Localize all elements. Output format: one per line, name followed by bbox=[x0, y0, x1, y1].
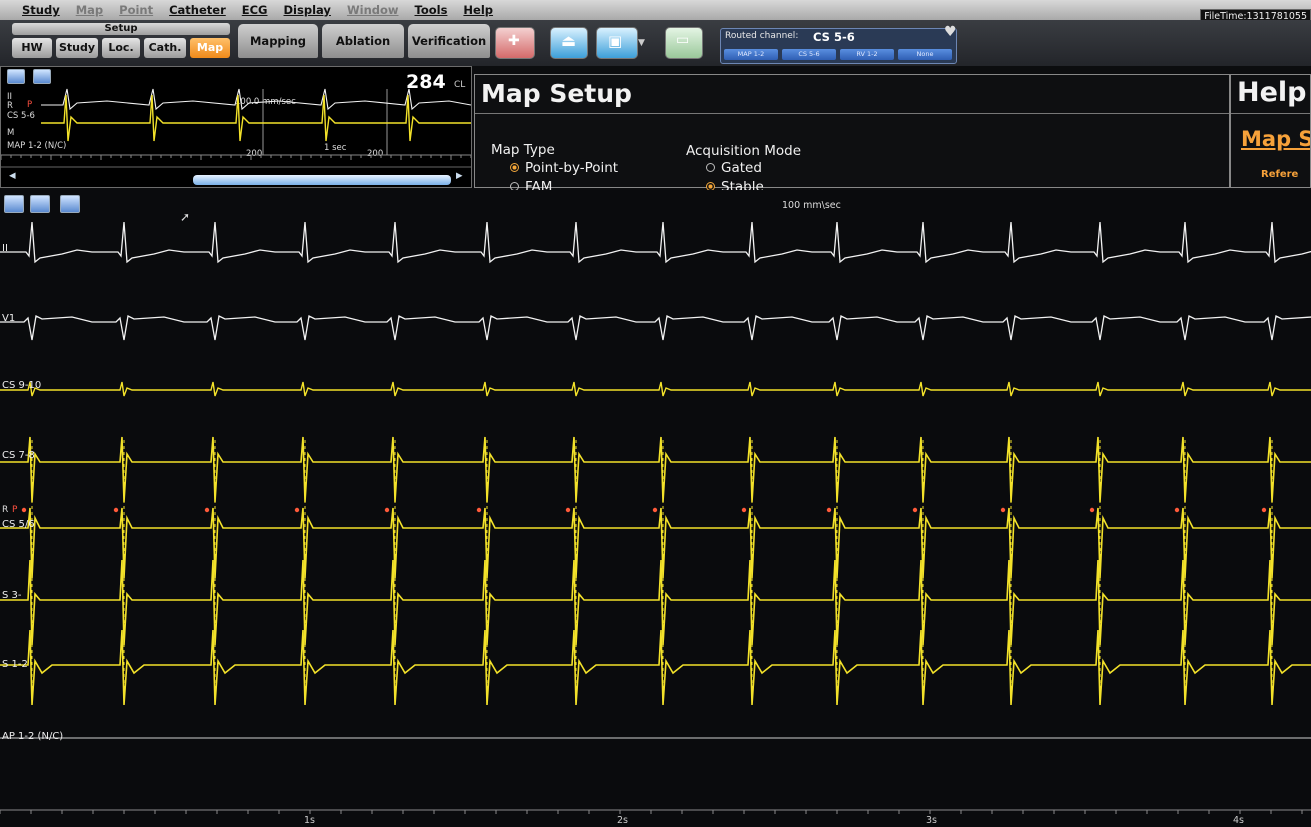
subtab-hw[interactable]: HW bbox=[12, 38, 52, 58]
annotation-dot bbox=[294, 507, 300, 513]
routed-option-map[interactable]: MAP 1-2 bbox=[724, 49, 778, 60]
record-button[interactable]: ✚ bbox=[495, 27, 535, 59]
marker-r: R bbox=[2, 505, 9, 515]
acquisition-mode-label: Acquisition Mode bbox=[686, 143, 802, 159]
mini-traces bbox=[1, 88, 471, 168]
option-label: Point-by-Point bbox=[525, 160, 619, 176]
menu-point[interactable]: Point bbox=[119, 3, 153, 17]
heart-icon: ✚ bbox=[508, 33, 520, 49]
menu-tools[interactable]: Tools bbox=[415, 3, 448, 17]
time-tick-3s: 3s bbox=[926, 815, 937, 826]
menu-ecg[interactable]: ECG bbox=[242, 3, 268, 17]
tab-ablation[interactable]: Ablation bbox=[322, 24, 404, 58]
subtab-map[interactable]: Map bbox=[190, 38, 230, 58]
subtab-cath[interactable]: Cath. bbox=[144, 38, 186, 58]
radio-point-by-point[interactable]: Point-by-Point bbox=[510, 160, 618, 176]
annotation-dot bbox=[204, 507, 210, 513]
channel-label-cs910: CS 9-10 bbox=[2, 380, 42, 391]
radio-icon bbox=[706, 162, 715, 172]
annotation-dot bbox=[1000, 507, 1006, 513]
radio-selected-icon bbox=[510, 162, 519, 172]
radio-gated[interactable]: Gated bbox=[706, 160, 762, 176]
tab-mapping[interactable]: Mapping bbox=[238, 24, 318, 58]
channel-label-ii: II bbox=[2, 243, 8, 254]
annotation-dot bbox=[384, 507, 390, 513]
subtab-loc[interactable]: Loc. bbox=[102, 38, 140, 58]
setup-label: Setup bbox=[12, 23, 230, 35]
mini-trace-ii bbox=[41, 88, 471, 111]
trace-cs12 bbox=[0, 629, 1311, 706]
annotation-dot bbox=[652, 507, 658, 513]
routed-channel-box: Routed channel: CS 5-6 MAP 1-2 CS 5-6 RV… bbox=[720, 28, 957, 64]
mini-trace-cs56 bbox=[41, 94, 471, 142]
annotation-dot bbox=[565, 507, 571, 513]
routed-channel-value: CS 5-6 bbox=[813, 30, 855, 44]
menu-map[interactable]: Map bbox=[76, 3, 103, 17]
annotation-dot bbox=[912, 507, 918, 513]
channel-label-cs78: CS 7-8 bbox=[2, 450, 35, 461]
channel-label-map12: AP 1-2 (N/C) bbox=[2, 731, 64, 742]
time-tick-1s: 1s bbox=[304, 815, 315, 826]
annotation-dot bbox=[21, 507, 27, 513]
annotation-dot bbox=[1089, 507, 1095, 513]
subtab-study[interactable]: Study bbox=[56, 38, 98, 58]
divider bbox=[1231, 113, 1310, 114]
eject-button[interactable]: ⏏ bbox=[550, 27, 588, 59]
scroll-left-arrow[interactable]: ◀ bbox=[9, 171, 16, 181]
chevron-down-icon[interactable]: ▼ bbox=[638, 38, 645, 48]
annotation-dot bbox=[741, 507, 747, 513]
mini-scrollbar[interactable] bbox=[193, 175, 451, 185]
trace-cs56 bbox=[0, 507, 1311, 579]
routed-option-rv[interactable]: RV 1-2 bbox=[840, 49, 894, 60]
channel-label-cs12: S 1-2 bbox=[2, 659, 28, 670]
menu-window[interactable]: Window bbox=[347, 3, 399, 17]
channel-label-cs56: CS 5/6 bbox=[2, 519, 35, 530]
menu-display[interactable]: Display bbox=[284, 3, 331, 17]
channel-label-cs34: S 3- bbox=[2, 590, 22, 601]
divider bbox=[475, 113, 1229, 114]
heart-rate-icon: ♥ bbox=[944, 24, 957, 40]
trace-ii bbox=[0, 221, 1311, 264]
eject-icon: ⏏ bbox=[561, 31, 577, 50]
map-type-label: Map Type bbox=[491, 142, 555, 158]
trace-cs34 bbox=[0, 559, 1311, 646]
annotation-dot bbox=[826, 507, 832, 513]
toolbar: Setup HW Study Loc. Cath. Map Mapping Ab… bbox=[0, 20, 1311, 66]
scroll-right-arrow[interactable]: ▶ bbox=[456, 171, 463, 181]
main-traces bbox=[0, 221, 1311, 814]
menu-bar: Study Map Point Catheter ECG Display Win… bbox=[0, 0, 1311, 20]
menu-study[interactable]: Study bbox=[22, 3, 60, 17]
trace-cs78 bbox=[0, 436, 1311, 503]
view-button[interactable]: ▣ bbox=[596, 27, 638, 59]
time-tick-2s: 2s bbox=[617, 815, 628, 826]
menu-help[interactable]: Help bbox=[463, 3, 493, 17]
map-setup-title: Map Setup bbox=[481, 79, 632, 108]
routed-option-cs56[interactable]: CS 5-6 bbox=[782, 49, 836, 60]
routed-option-none[interactable]: None bbox=[898, 49, 952, 60]
tab-verification[interactable]: Verification bbox=[408, 24, 490, 58]
annotation-dot bbox=[476, 507, 482, 513]
time-tick-4s: 4s bbox=[1233, 815, 1244, 826]
mini-signal-view: 284 CL II R P CS 5-6 M MAP 1-2 (N/C) 100… bbox=[0, 66, 472, 188]
annotation-dot bbox=[1174, 507, 1180, 513]
help-link[interactable]: Map S bbox=[1241, 127, 1310, 151]
monitor-icon: ▣ bbox=[608, 32, 623, 50]
layout-button[interactable]: ▭ bbox=[665, 27, 703, 59]
trace-cs910 bbox=[0, 381, 1311, 397]
screen-icon: ▭ bbox=[676, 32, 690, 48]
channel-label-v1: V1 bbox=[2, 313, 16, 324]
menu-catheter[interactable]: Catheter bbox=[169, 3, 226, 17]
option-label: Gated bbox=[721, 160, 762, 176]
help-reference-link[interactable]: Refere bbox=[1261, 169, 1298, 180]
help-panel: Help Map S Refere bbox=[1230, 74, 1311, 188]
routed-channel-label: Routed channel: bbox=[725, 31, 799, 41]
annotation-dot bbox=[1261, 507, 1267, 513]
map-setup-panel: Map Setup Map Type Point-by-Point FAM Ac… bbox=[474, 74, 1230, 195]
help-title: Help bbox=[1237, 77, 1307, 108]
trace-v1 bbox=[0, 315, 1311, 341]
marker-p: P bbox=[12, 505, 18, 515]
annotation-dot bbox=[113, 507, 119, 513]
